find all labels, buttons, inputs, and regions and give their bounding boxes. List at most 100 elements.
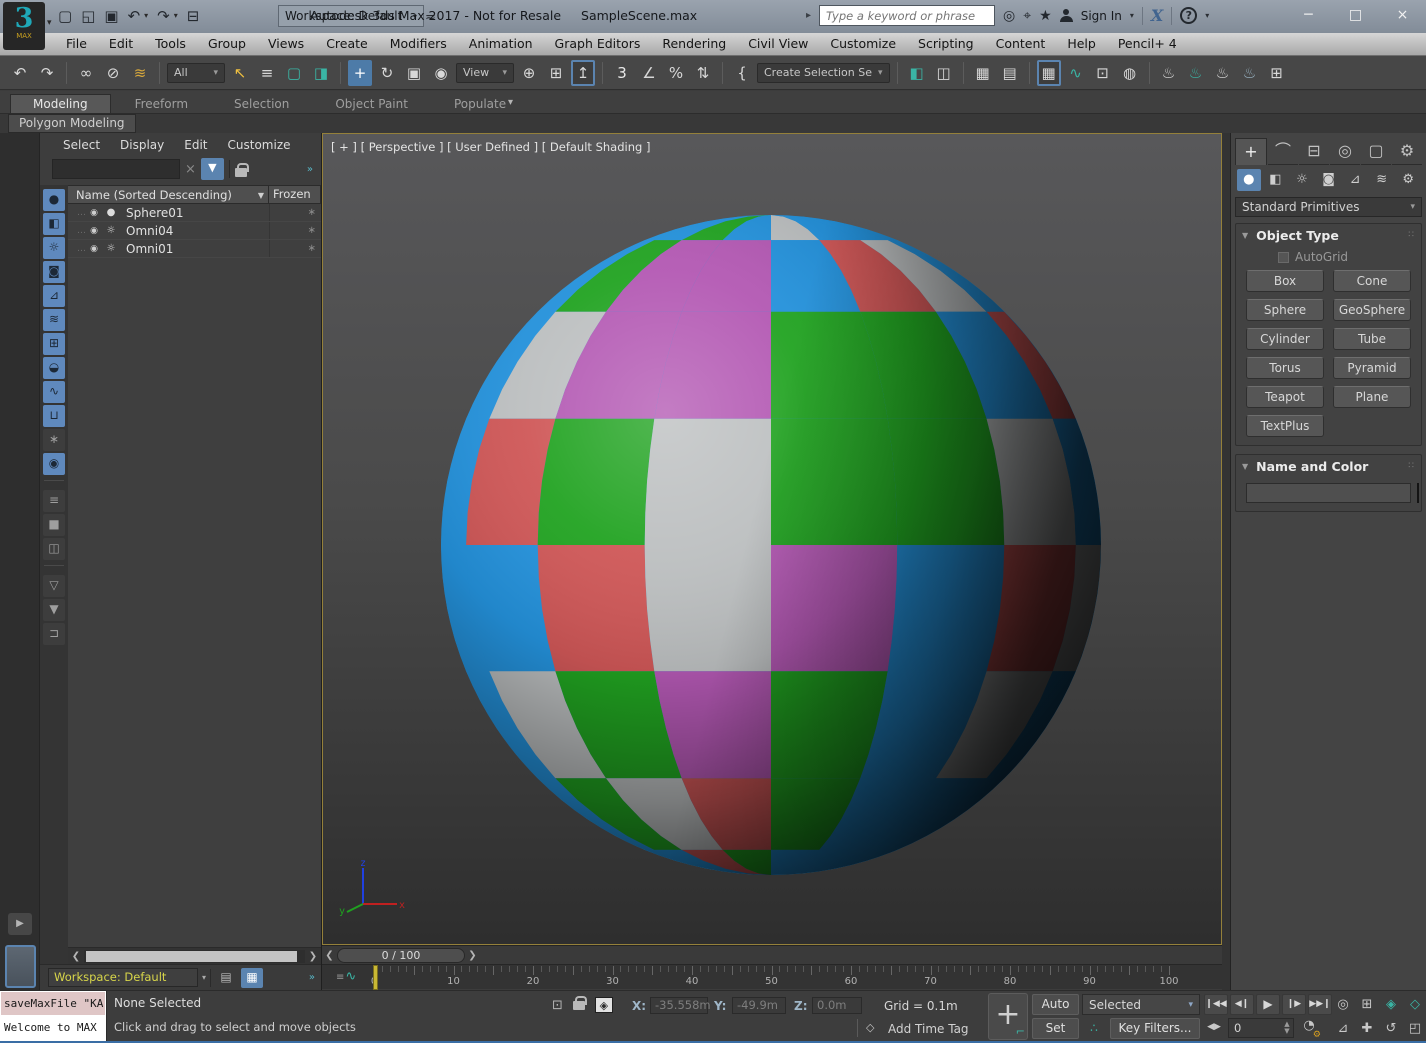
- spinner-arrows-icon[interactable]: ▲▼: [1281, 1021, 1293, 1035]
- angle-snap-icon[interactable]: ∠: [637, 60, 661, 86]
- ribbon-tab-selection[interactable]: Selection: [212, 95, 311, 113]
- material-editor-icon[interactable]: ◍: [1118, 60, 1142, 86]
- search-input[interactable]: [819, 5, 995, 26]
- menu-file[interactable]: File: [55, 33, 98, 55]
- keyboard-override-icon[interactable]: ↥: [571, 60, 595, 86]
- explorer-hscrollbar[interactable]: ❮ ❯: [68, 947, 321, 964]
- menu-civil-view[interactable]: Civil View: [737, 33, 819, 55]
- explorer-menu-select[interactable]: Select: [54, 137, 109, 153]
- sort-descending-icon[interactable]: ▼: [258, 191, 264, 200]
- ribbon-tab-freeform[interactable]: Freeform: [113, 95, 210, 113]
- toggle-geometry-icon[interactable]: ●: [43, 189, 65, 211]
- btn-tube[interactable]: Tube: [1333, 328, 1411, 350]
- rollout-grip-icon[interactable]: ∷: [1408, 230, 1415, 240]
- autogrid-checkbox[interactable]: [1278, 252, 1289, 263]
- visibility-eye-icon[interactable]: ◉: [86, 208, 102, 218]
- x-coordinate-field[interactable]: -35.558m: [650, 997, 708, 1014]
- explorer-menu-edit[interactable]: Edit: [175, 137, 216, 153]
- cp-tab-display[interactable]: ▢: [1361, 138, 1391, 165]
- explorer-menu-customize[interactable]: Customize: [219, 137, 300, 153]
- scroll-right-icon[interactable]: ❯: [305, 951, 321, 962]
- menu-tools[interactable]: Tools: [144, 33, 197, 55]
- object-name[interactable]: Omni01: [120, 242, 269, 256]
- help-caret-icon[interactable]: ▾: [1205, 11, 1209, 20]
- filter-config-icon[interactable]: ▽: [43, 575, 65, 597]
- btn-cone[interactable]: Cone: [1333, 270, 1411, 292]
- maxscript-mini-listener[interactable]: saveMaxFile "KA Welcome to MAX: [0, 991, 107, 1042]
- cat-geometry-icon[interactable]: ●: [1237, 169, 1261, 191]
- cat-cameras-icon[interactable]: ◙: [1317, 169, 1341, 191]
- selection-lock-icon[interactable]: [573, 1001, 585, 1010]
- rendered-frame-window-icon[interactable]: ♨: [1184, 60, 1208, 86]
- time-slider-handle[interactable]: [373, 965, 378, 990]
- select-and-manipulate-icon[interactable]: ⊞: [544, 60, 568, 86]
- cat-spacewarps-icon[interactable]: ≋: [1370, 169, 1394, 191]
- column-frozen[interactable]: Frozen: [268, 186, 320, 203]
- set-keys-button[interactable]: +⌐: [988, 993, 1028, 1040]
- menu-edit[interactable]: Edit: [98, 33, 144, 55]
- time-slider[interactable]: 0 / 100: [337, 948, 465, 963]
- field-of-view-icon[interactable]: ⊿: [1332, 1018, 1354, 1040]
- cat-lights-icon[interactable]: ☼: [1290, 169, 1314, 191]
- btn-textplus[interactable]: TextPlus: [1246, 415, 1324, 437]
- scroll-left-icon[interactable]: ❮: [68, 951, 84, 962]
- auto-key-button[interactable]: Auto Key: [1032, 994, 1079, 1015]
- object-type-rollout-header[interactable]: ▼ Object Type ∷: [1236, 224, 1421, 246]
- chevron-down-icon[interactable]: ▾: [202, 973, 206, 982]
- prev-frame-button[interactable]: ◀❙: [1230, 994, 1254, 1015]
- spinner-snap-icon[interactable]: ⇅: [691, 60, 715, 86]
- explorer-search-input[interactable]: [52, 159, 180, 179]
- menu-rendering[interactable]: Rendering: [651, 33, 737, 55]
- polygon-modeling-button[interactable]: Polygon Modeling: [8, 114, 136, 133]
- redo-caret-icon[interactable]: ▾: [174, 5, 178, 27]
- open-file-icon[interactable]: ◱: [81, 5, 95, 27]
- toggle-groups-icon[interactable]: ⊞: [43, 333, 65, 355]
- zoom-all-icon[interactable]: ⊞: [1356, 994, 1378, 1016]
- filter-icon[interactable]: ▼: [43, 599, 65, 621]
- lock-icon[interactable]: [235, 168, 247, 177]
- render-production-icon[interactable]: ♨: [1211, 60, 1235, 86]
- selection-set-dropdown[interactable]: Selected ▾: [1082, 994, 1200, 1015]
- menu-help[interactable]: Help: [1056, 33, 1107, 55]
- btn-box[interactable]: Box: [1246, 270, 1324, 292]
- zoom-extents-icon[interactable]: ◈: [1380, 994, 1402, 1016]
- select-and-scale-icon[interactable]: ▣: [402, 60, 426, 86]
- row-sphere01[interactable]: … ◉ ● Sphere01 ∗: [68, 204, 321, 222]
- btn-sphere[interactable]: Sphere: [1246, 299, 1324, 321]
- search-icon[interactable]: ◎: [1003, 8, 1015, 24]
- btn-plane[interactable]: Plane: [1333, 386, 1411, 408]
- ref-coordsys-dropdown[interactable]: View: [456, 63, 514, 83]
- visibility-eye-icon[interactable]: ◉: [86, 226, 102, 236]
- display-invert-icon[interactable]: ◫: [43, 538, 65, 560]
- window-crossing-icon[interactable]: ◨: [309, 60, 333, 86]
- cp-tab-create[interactable]: +: [1235, 138, 1267, 165]
- mirror-icon[interactable]: ◧: [905, 60, 929, 86]
- toggle-hidden-icon[interactable]: ◉: [43, 453, 65, 475]
- snap-toggle-3d-icon[interactable]: 3: [610, 60, 634, 86]
- pan-icon[interactable]: ✚: [1356, 1018, 1378, 1040]
- object-color-swatch[interactable]: [1417, 483, 1419, 503]
- sign-in-button[interactable]: Sign In: [1081, 9, 1122, 23]
- object-name-input[interactable]: [1246, 483, 1411, 503]
- align-icon[interactable]: ◫: [932, 60, 956, 86]
- perspective-viewport[interactable]: [ + ] [ Perspective ] [ User Defined ] […: [322, 133, 1222, 945]
- help-icon[interactable]: ?: [1180, 7, 1197, 24]
- cat-shapes-icon[interactable]: ◧: [1264, 169, 1288, 191]
- clear-search-icon[interactable]: ×: [185, 162, 196, 177]
- cat-systems-icon[interactable]: ⚙: [1396, 169, 1420, 191]
- mini-curve-editor-icon[interactable]: ≡∿: [336, 969, 356, 984]
- layer-stack-icon[interactable]: ▤: [215, 968, 237, 988]
- explorer-filter-icon[interactable]: ▼: [201, 158, 224, 180]
- goto-end-button[interactable]: ▶▶❙: [1308, 994, 1332, 1015]
- redo-icon[interactable]: ↷: [35, 60, 59, 86]
- display-all-icon[interactable]: ■: [43, 514, 65, 536]
- cat-helpers-icon[interactable]: ⊿: [1343, 169, 1367, 191]
- ribbon-tab-modeling[interactable]: Modeling: [10, 94, 111, 113]
- frozen-cell-icon[interactable]: ∗: [269, 222, 321, 239]
- bind-to-spacewarp-icon[interactable]: ≋: [128, 60, 152, 86]
- ribbon-tab-object-paint[interactable]: Object Paint: [313, 95, 430, 113]
- ribbon-toggle-icon[interactable]: ▦: [1037, 60, 1061, 86]
- rollout-collapse-icon[interactable]: ▼: [1242, 462, 1248, 471]
- cp-tab-motion[interactable]: ◎: [1330, 138, 1360, 165]
- selection-filter-dropdown[interactable]: All: [167, 63, 225, 83]
